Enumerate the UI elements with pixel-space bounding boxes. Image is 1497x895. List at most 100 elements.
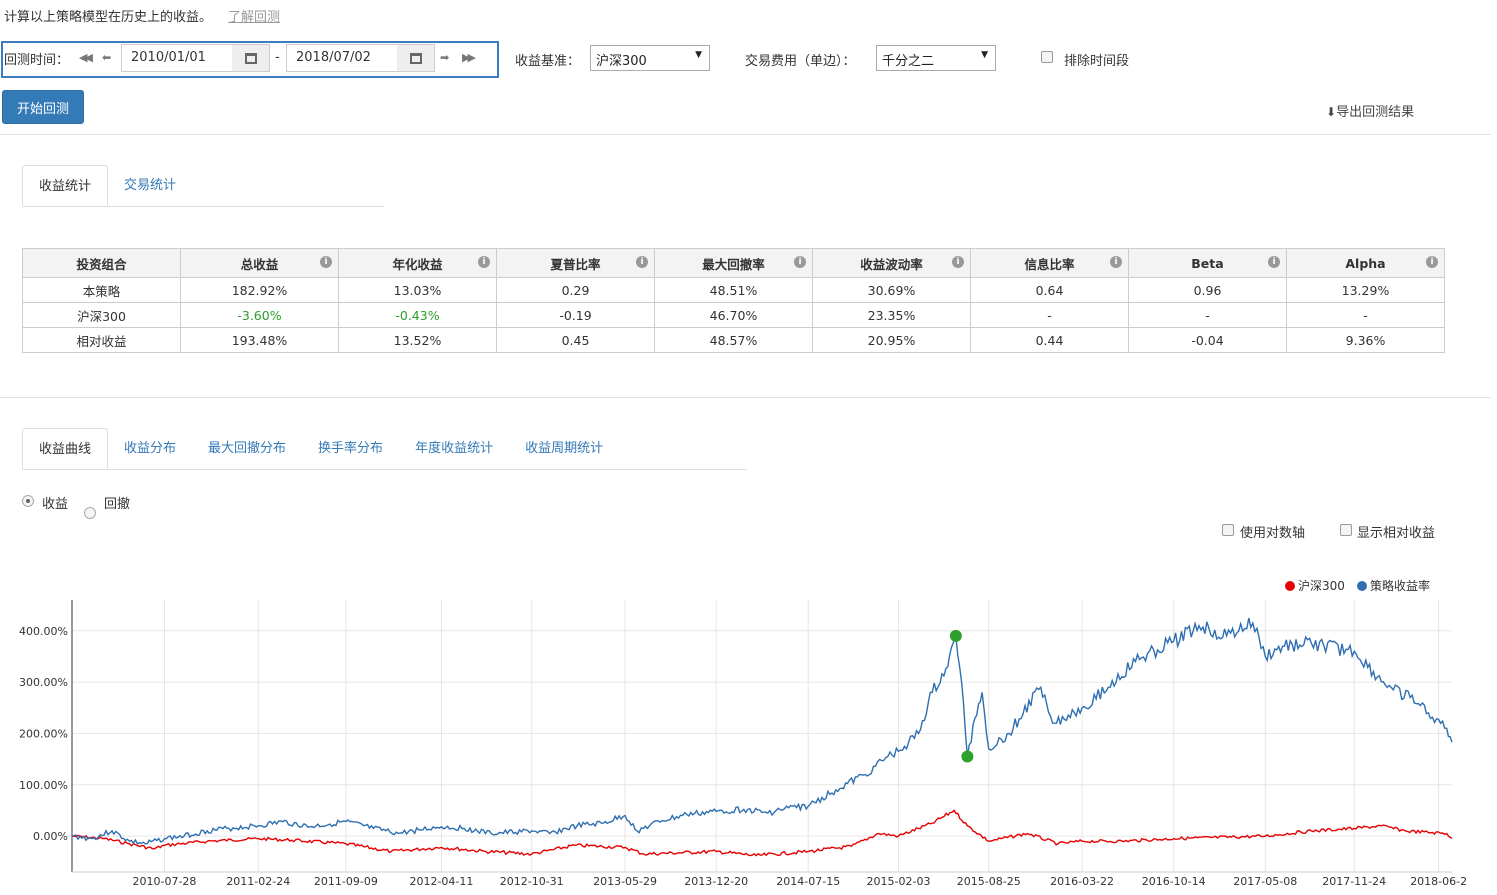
divider bbox=[0, 134, 1491, 135]
legend-marker bbox=[1357, 581, 1367, 591]
tab-return-stats[interactable]: 收益统计 bbox=[22, 165, 109, 206]
stats-table: 投资组合 总收益 i 年化收益 i 夏普比率 i 最大回撤率 i 收益波动率 i 信息比率… bbox=[22, 248, 1445, 353]
table-cell: 13.29% bbox=[1286, 277, 1445, 303]
table-cell: 13.03% bbox=[338, 277, 497, 303]
y-axis: 0.00% 100.00% 200.00% 300.00% 400.00% bbox=[19, 625, 68, 843]
log-axis-label: 使用对数轴 bbox=[1240, 526, 1306, 541]
drawdown-marker bbox=[949, 629, 962, 642]
tab-return-curve[interactable]: 收益曲线 bbox=[22, 428, 109, 469]
return-curve-chart: 0.00% 100.00% 200.00% 300.00% 400.00% 2010-0… bbox=[19, 578, 1468, 888]
first-page-icon[interactable]: ◀◀ bbox=[79, 51, 93, 64]
tab-annual-return[interactable]: 年度收益统计 bbox=[399, 428, 509, 469]
x-tick-label: 2016-10-14 bbox=[1142, 875, 1206, 888]
info-icon[interactable]: i bbox=[478, 256, 490, 268]
export-label: 导出回测结果 bbox=[1336, 105, 1415, 120]
table-row: 本策略 182.92% 13.03% 0.29 48.51% 30.69% 0.… bbox=[22, 277, 1445, 303]
arrow-right-icon[interactable]: ➡ bbox=[440, 51, 449, 64]
x-tick-label: 2016-03-22 bbox=[1050, 875, 1114, 888]
col-alpha: Alpha i bbox=[1286, 248, 1445, 278]
series-line-strategy bbox=[71, 617, 1453, 845]
col-annual-return: 年化收益 i bbox=[338, 248, 497, 278]
radio-drawdown-label: 回撤 bbox=[104, 497, 131, 512]
x-tick-label: 2012-04-11 bbox=[409, 875, 473, 888]
x-tick-label: 2013-12-20 bbox=[684, 875, 748, 888]
chart-lines bbox=[71, 617, 1453, 857]
log-axis-checkbox[interactable] bbox=[1222, 524, 1234, 536]
info-icon[interactable]: i bbox=[636, 256, 648, 268]
x-tick-label: 2013-05-29 bbox=[593, 875, 657, 888]
dropdown-arrow-icon: ▼ bbox=[981, 50, 988, 60]
table-cell: -3.60% bbox=[180, 302, 339, 328]
tab-trade-stats[interactable]: 交易统计 bbox=[108, 165, 192, 206]
y-tick-label: 300.00% bbox=[19, 676, 68, 689]
start-calendar-button[interactable] bbox=[232, 44, 270, 72]
col-portfolio: 投资组合 bbox=[22, 248, 181, 278]
col-beta: Beta i bbox=[1128, 248, 1287, 278]
date-separator: - bbox=[275, 50, 280, 65]
table-cell: - bbox=[1286, 302, 1445, 328]
info-icon[interactable]: i bbox=[952, 256, 964, 268]
last-page-icon[interactable]: ▶▶ bbox=[462, 51, 476, 64]
info-icon[interactable]: i bbox=[1426, 256, 1438, 268]
table-row: 沪深300 -3.60% -0.43% -0.19 46.70% 23.35% … bbox=[22, 302, 1445, 328]
tab-return-cycle[interactable]: 收益周期统计 bbox=[509, 428, 619, 469]
info-icon[interactable]: i bbox=[320, 256, 332, 268]
tab-return-distribution[interactable]: 收益分布 bbox=[108, 428, 192, 469]
tab-drawdown-distribution[interactable]: 最大回撤分布 bbox=[192, 428, 302, 469]
benchmark-value: 沪深300 bbox=[596, 54, 647, 69]
learn-backtest-link[interactable]: 了解回测 bbox=[228, 10, 280, 25]
table-header-row: 投资组合 总收益 i 年化收益 i 夏普比率 i 最大回撤率 i 收益波动率 i 信息比率… bbox=[22, 248, 1445, 278]
info-icon[interactable]: i bbox=[1110, 256, 1122, 268]
calendar-icon bbox=[244, 52, 257, 64]
table-cell: 0.44 bbox=[970, 327, 1129, 353]
fee-select[interactable]: 千分之二 ▼ bbox=[876, 45, 996, 71]
info-icon[interactable]: i bbox=[1268, 256, 1280, 268]
x-tick-label: 2015-02-03 bbox=[867, 875, 931, 888]
table-cell: 48.57% bbox=[654, 327, 813, 353]
chart-markers bbox=[949, 629, 974, 763]
table-cell: 30.69% bbox=[812, 277, 971, 303]
chart-legend[interactable]: 沪深300 策略收益率 bbox=[1285, 578, 1430, 593]
x-tick-label: 2014-07-15 bbox=[776, 875, 840, 888]
info-icon[interactable]: i bbox=[794, 256, 806, 268]
x-tick-label: 2011-02-24 bbox=[226, 875, 290, 888]
end-date-input[interactable]: 2018/07/02 bbox=[286, 44, 398, 72]
exclude-period-label: 排除时间段 bbox=[1064, 54, 1130, 69]
x-tick-label: 2015-08-25 bbox=[957, 875, 1021, 888]
radio-drawdown[interactable] bbox=[84, 507, 96, 519]
table-row: 相对收益 193.48% 13.52% 0.45 48.57% 20.95% 0… bbox=[22, 327, 1445, 353]
start-date-input[interactable]: 2010/01/01 bbox=[121, 44, 233, 72]
benchmark-select[interactable]: 沪深300 ▼ bbox=[590, 45, 710, 71]
fee-label: 交易费用（单边）： bbox=[745, 54, 856, 69]
dropdown-arrow-icon: ▼ bbox=[695, 50, 702, 60]
table-cell: 193.48% bbox=[180, 327, 339, 353]
exclude-period-checkbox[interactable] bbox=[1041, 51, 1053, 63]
series-line-benchmark bbox=[71, 809, 1453, 857]
chart-tabs: 收益曲线 收益分布 最大回撤分布 换手率分布 年度收益统计 收益周期统计 bbox=[22, 428, 747, 470]
radio-return-label: 收益 bbox=[42, 497, 69, 512]
table-cell: 20.95% bbox=[812, 327, 971, 353]
tab-turnover-distribution[interactable]: 换手率分布 bbox=[302, 428, 399, 469]
start-backtest-button[interactable]: 开始回测 bbox=[2, 90, 84, 124]
intro-line: 计算以上策略模型在历史上的收益。 了解回测 bbox=[4, 6, 280, 25]
col-max-drawdown: 最大回撤率 i bbox=[654, 248, 813, 278]
arrow-left-icon[interactable]: ⬅ bbox=[102, 51, 111, 64]
table-cell: 46.70% bbox=[654, 302, 813, 328]
backtest-range-label: 回测时间： bbox=[4, 53, 70, 68]
x-axis: 2010-07-28 2011-02-24 2011-09-09 2012-04-11… bbox=[133, 875, 1468, 888]
table-cell: -0.43% bbox=[338, 302, 497, 328]
relative-return-checkbox[interactable] bbox=[1340, 524, 1352, 536]
col-sharpe: 夏普比率 i bbox=[496, 248, 655, 278]
table-cell: 本策略 bbox=[22, 277, 181, 303]
y-tick-label: 0.00% bbox=[33, 830, 68, 843]
table-cell: 相对收益 bbox=[22, 327, 181, 353]
export-results-link[interactable]: ⬇导出回测结果 bbox=[1326, 101, 1414, 120]
end-calendar-button[interactable] bbox=[397, 44, 435, 72]
x-tick-label: 2018-06-2 bbox=[1410, 875, 1467, 888]
radio-return[interactable] bbox=[22, 495, 34, 507]
benchmark-label: 收益基准： bbox=[515, 54, 581, 69]
legend-marker bbox=[1285, 581, 1295, 591]
x-tick-label: 2011-09-09 bbox=[314, 875, 378, 888]
relative-return-label: 显示相对收益 bbox=[1357, 526, 1436, 541]
table-cell: 0.45 bbox=[496, 327, 655, 353]
